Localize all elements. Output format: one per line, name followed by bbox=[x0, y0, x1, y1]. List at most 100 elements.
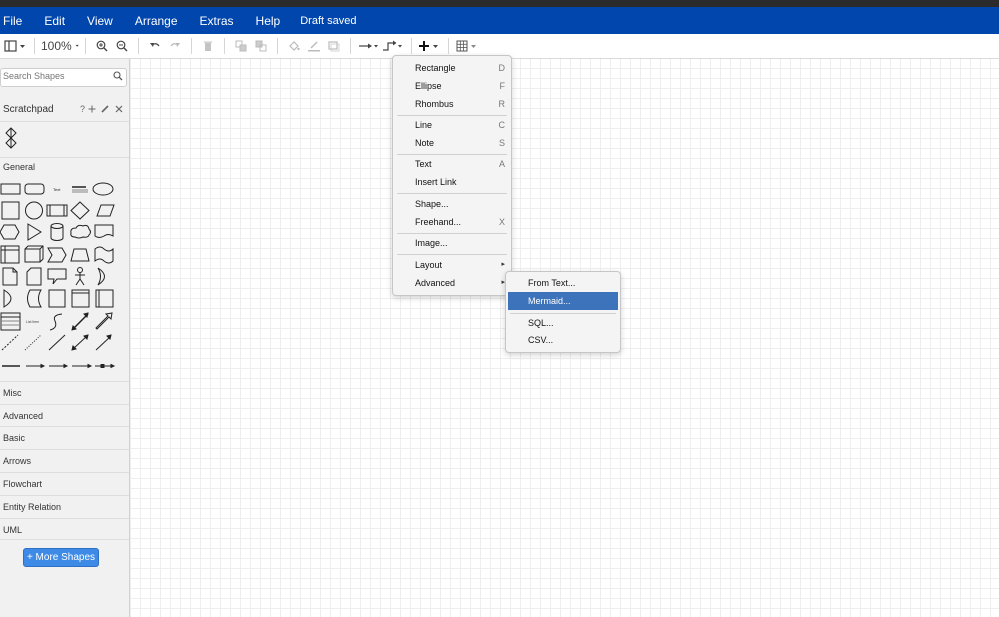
fill-color-button[interactable] bbox=[284, 34, 304, 58]
curve-shape-icon bbox=[49, 313, 63, 331]
save-status: Draft saved bbox=[300, 14, 357, 27]
textbox-shape-icon bbox=[72, 186, 88, 193]
undo-button[interactable] bbox=[145, 34, 165, 58]
zoom-in-button[interactable] bbox=[92, 34, 112, 58]
redo-button[interactable] bbox=[165, 34, 185, 58]
menu-item-ellipse[interactable]: Ellipse F bbox=[393, 77, 511, 95]
section-basic[interactable]: Basic bbox=[0, 426, 129, 448]
list-item-shape-icon: List Item bbox=[26, 320, 39, 324]
note-shape-icon bbox=[2, 267, 18, 286]
section-misc[interactable]: Misc bbox=[0, 381, 129, 403]
window-top-strip bbox=[0, 0, 999, 7]
undo-icon bbox=[150, 43, 160, 47]
step-shape-icon bbox=[47, 247, 67, 263]
zoom-select[interactable]: 100% bbox=[41, 34, 79, 58]
search-shapes-box bbox=[0, 68, 127, 87]
container-shape-icon bbox=[71, 289, 90, 308]
format-panel-toggle-button[interactable] bbox=[2, 34, 28, 58]
rectangle-shape-icon bbox=[0, 183, 21, 195]
scratchpad-header[interactable]: Scratchpad ? bbox=[0, 103, 129, 117]
menu-separator bbox=[397, 254, 507, 255]
delete-button[interactable] bbox=[198, 34, 218, 58]
menu-item-rectangle[interactable]: Rectangle D bbox=[393, 59, 511, 77]
menu-file[interactable]: File bbox=[0, 14, 34, 28]
chevron-down-icon bbox=[75, 44, 79, 47]
menu-arrange[interactable]: Arrange bbox=[125, 14, 190, 28]
to-front-button[interactable] bbox=[231, 34, 251, 58]
dotted-line-shape-icon bbox=[24, 334, 42, 351]
scratchpad-title: Scratchpad bbox=[3, 104, 54, 115]
shapes-sidebar: Scratchpad ? General Text bbox=[0, 59, 130, 617]
connection-style-button[interactable] bbox=[357, 34, 381, 58]
redo-icon bbox=[170, 43, 180, 47]
trapezoid-shape-icon bbox=[70, 248, 90, 262]
menu-item-text[interactable]: Text A bbox=[393, 155, 511, 173]
table-icon bbox=[456, 40, 476, 52]
menu-edit[interactable]: Edit bbox=[34, 14, 77, 28]
toolbar-separator bbox=[191, 38, 192, 54]
toolbar-separator bbox=[350, 38, 351, 54]
document-shape-icon bbox=[94, 224, 114, 238]
menu-item-rhombus[interactable]: Rhombus R bbox=[393, 95, 511, 113]
menu-item-shape[interactable]: Shape... bbox=[393, 195, 511, 213]
edit-pencil-icon[interactable] bbox=[101, 105, 109, 113]
insert-menu: Rectangle D Ellipse F Rhombus R Line C Note S… bbox=[392, 55, 512, 296]
connector-label-shape-icon bbox=[49, 363, 69, 369]
menu-help[interactable]: Help bbox=[246, 14, 293, 28]
add-icon[interactable] bbox=[88, 105, 96, 113]
toolbar-separator bbox=[277, 38, 278, 54]
hexagon-shape-icon bbox=[0, 224, 20, 240]
menu-item-freehand[interactable]: Freehand... X bbox=[393, 213, 511, 231]
actor-shape-icon bbox=[75, 267, 85, 286]
menu-item-note[interactable]: Note S bbox=[393, 134, 511, 152]
scratchpad-shape-icon[interactable] bbox=[5, 127, 17, 149]
section-arrows[interactable]: Arrows bbox=[0, 449, 129, 471]
pencil-icon bbox=[308, 41, 320, 52]
menu-item-from-text[interactable]: From Text... bbox=[506, 274, 620, 292]
shadow-button[interactable] bbox=[324, 34, 344, 58]
search-shapes-input[interactable] bbox=[3, 71, 103, 81]
connector-2-labels-shape-icon bbox=[72, 363, 93, 369]
search-icon[interactable] bbox=[113, 71, 123, 81]
section-advanced[interactable]: Advanced bbox=[0, 404, 129, 426]
paint-bucket-icon bbox=[289, 41, 300, 51]
connector-shape-icon bbox=[26, 363, 46, 369]
menu-item-layout[interactable]: Layout ▸ bbox=[393, 256, 511, 274]
general-shapes-palette: Text List Item bbox=[0, 182, 116, 369]
zoom-in-icon bbox=[96, 40, 108, 52]
general-header[interactable]: General bbox=[0, 157, 129, 179]
menu-item-sql[interactable]: SQL... bbox=[506, 314, 620, 332]
submenu-arrow-icon: ▸ bbox=[501, 261, 505, 268]
cube-shape-icon bbox=[24, 245, 44, 263]
to-back-button[interactable] bbox=[251, 34, 271, 58]
connector-3-labels-shape-icon bbox=[95, 363, 116, 369]
menu-item-image[interactable]: Image... bbox=[393, 234, 511, 252]
zoom-out-button[interactable] bbox=[112, 34, 132, 58]
to-front-icon bbox=[235, 40, 247, 52]
menu-item-insert-link[interactable]: Insert Link bbox=[393, 173, 511, 191]
advanced-submenu: From Text... Mermaid... SQL... CSV... bbox=[505, 271, 621, 353]
toolbar-separator bbox=[224, 38, 225, 54]
or-shape-icon bbox=[97, 267, 105, 286]
menu-item-advanced[interactable]: Advanced ▸ bbox=[393, 274, 511, 292]
more-shapes-button[interactable]: + More Shapes bbox=[23, 548, 99, 567]
section-uml[interactable]: UML bbox=[0, 518, 129, 540]
delay-shape-icon bbox=[3, 289, 12, 308]
toolbar-separator bbox=[85, 38, 86, 54]
menu-item-line[interactable]: Line C bbox=[393, 116, 511, 134]
list-shape-icon bbox=[0, 312, 21, 331]
section-entity-relation[interactable]: Entity Relation bbox=[0, 495, 129, 517]
card-shape-icon bbox=[26, 267, 42, 286]
help-icon[interactable]: ? bbox=[80, 104, 85, 114]
connector-arrow-icon bbox=[359, 43, 378, 49]
toolbar-separator bbox=[34, 38, 35, 54]
menu-item-mermaid[interactable]: Mermaid... bbox=[508, 292, 618, 310]
menu-item-csv[interactable]: CSV... bbox=[506, 331, 620, 349]
line-color-button[interactable] bbox=[304, 34, 324, 58]
arrow-shape-icon bbox=[95, 312, 113, 330]
menu-view[interactable]: View bbox=[77, 14, 125, 28]
section-flowchart[interactable]: Flowchart bbox=[0, 472, 129, 494]
close-icon[interactable] bbox=[115, 105, 123, 113]
ellipse-shape-icon bbox=[92, 182, 114, 196]
menu-extras[interactable]: Extras bbox=[190, 14, 246, 28]
